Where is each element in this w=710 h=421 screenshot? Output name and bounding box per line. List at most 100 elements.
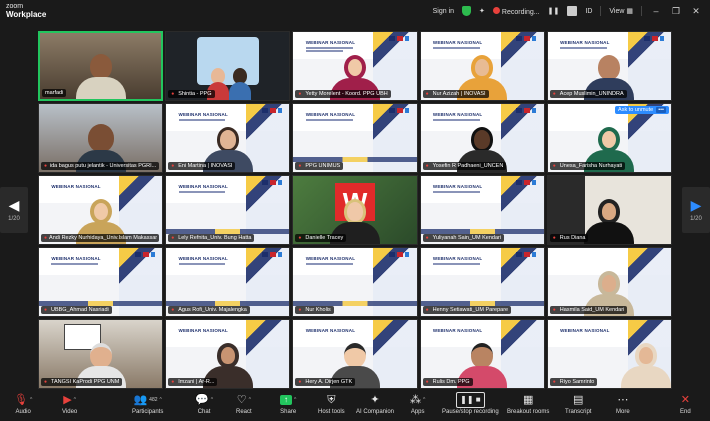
- participant-name: ● Yetty Morelent - Koord. PPG UBH: [295, 90, 391, 98]
- video-tile[interactable]: WEBINAR NASIONAL ● Nur Azizah | INOVASI: [419, 31, 545, 101]
- video-tile[interactable]: WEBINAR NASIONAL ● Eni Martina | INOVASI: [165, 103, 291, 173]
- stop-recording-icon[interactable]: [567, 6, 578, 16]
- breakout-rooms-button[interactable]: ▦ Breakout rooms: [507, 393, 549, 419]
- video-tile[interactable]: Ask to unmute ••• ● Unesa_Farisha Nurhayat…: [546, 103, 672, 173]
- recording-label: Recording...: [501, 8, 540, 16]
- video-tile[interactable]: WEBINAR NASIONAL ● Rulis Dm. PPG: [419, 319, 545, 389]
- share-button[interactable]: ↑ ^ Share: [280, 393, 296, 419]
- view-button[interactable]: View ▦: [609, 7, 633, 15]
- video-tile[interactable]: ● Shintia - PPG: [165, 31, 291, 101]
- name-label: Nur Kholis: [305, 307, 331, 313]
- end-meeting-button[interactable]: ✕ End: [680, 393, 691, 419]
- slide-subtitle-line: [305, 262, 353, 265]
- participant-name: ● Rus Diana: [549, 234, 589, 242]
- participant-name: ● Andi Rezky Nurhidaya_Univ.Islam Makassa…: [41, 234, 160, 242]
- mic-off-icon: ●: [44, 306, 48, 313]
- restore-icon[interactable]: ❐: [670, 6, 682, 17]
- participants-button[interactable]: 👥 482 ^ Participants: [132, 393, 163, 419]
- name-label: Rus Diana: [559, 235, 586, 241]
- name-label: Henny Setiawati_UM Parepare: [432, 307, 509, 313]
- minimize-icon[interactable]: –: [650, 6, 662, 16]
- shield-icon[interactable]: [462, 6, 472, 16]
- video-tile[interactable]: WEBINAR NASIONAL ● Imzani | Ar-R...: [165, 319, 291, 389]
- pause-recording-icon[interactable]: ❚❚: [548, 7, 560, 15]
- zoom-window: zoom Workplace Sign in ✦ Recording... ❚❚…: [0, 0, 710, 421]
- more-options-icon[interactable]: •••: [656, 107, 666, 113]
- next-page-button[interactable]: ▶ 1/20: [682, 187, 710, 233]
- name-label: Rulis Dm. PPG: [432, 379, 470, 385]
- video-tile[interactable]: WEBINAR NASIONAL ● Andi Rezky Nurhidaya_U…: [38, 175, 164, 245]
- host-tools-button[interactable]: ⛨ Host tools: [318, 393, 345, 419]
- video-tile[interactable]: WEBINAR NASIONAL ● Hery A. Dirjen GTK: [292, 319, 418, 389]
- video-tile[interactable]: ● ida bagus putu jelantik - Universitas P…: [38, 103, 164, 173]
- slide-title: WEBINAR NASIONAL: [51, 184, 101, 190]
- pause-recording-button[interactable]: ❚❚ ■ Pause/stop recording: [442, 392, 499, 419]
- chevron-up-icon[interactable]: ^: [30, 393, 32, 407]
- name-label: Agus Rofi_Univ. Majalengka: [178, 307, 247, 313]
- video-tile[interactable]: WEBINAR NASIONAL ● Agus Rofi_Univ. Majale…: [165, 247, 291, 317]
- sign-in-link[interactable]: Sign in: [433, 8, 454, 15]
- video-tile[interactable]: WEBINAR NASIONAL ● Acep Muslimin_UNINDRA: [546, 31, 672, 101]
- slide-title: WEBINAR NASIONAL: [178, 184, 228, 190]
- close-icon[interactable]: ✕: [690, 6, 702, 17]
- video-tile[interactable]: WEBINAR NASIONAL ● Riyo Samrinto: [546, 319, 672, 389]
- slide-subtitle-line: [560, 46, 607, 49]
- chevron-up-icon[interactable]: ^: [160, 393, 162, 407]
- react-button[interactable]: ♡ ^ React: [236, 393, 252, 419]
- ask-to-unmute-button[interactable]: Ask to unmute •••: [615, 106, 669, 114]
- host-tools-label: Host tools: [318, 409, 345, 415]
- apps-button[interactable]: ⁂ ^ Apps: [410, 393, 425, 419]
- video-tile[interactable]: W ●Danielle Tracey: [292, 175, 418, 245]
- ai-companion-button[interactable]: ✦ AI Companion: [356, 393, 394, 419]
- video-tile[interactable]: ● TANGSI KaProdi PPG UNM: [38, 319, 164, 389]
- name-label: marfadi: [45, 90, 64, 96]
- video-tile[interactable]: ● Rus Diana: [546, 175, 672, 245]
- chevron-up-icon[interactable]: ^: [249, 393, 251, 407]
- video-tile[interactable]: ● Hasmila Said_UM Kendari: [546, 247, 672, 317]
- sponsor-logos: [389, 108, 410, 114]
- pause-recording-label: Pause/stop recording: [442, 409, 499, 415]
- name-label: Riyo Samrinto: [559, 379, 595, 385]
- video-tile[interactable]: WEBINAR NASIONAL ● Yuliyanah Sain_UM Kend…: [419, 175, 545, 245]
- audio-button[interactable]: 🎙 ^ Audio: [14, 393, 32, 419]
- name-label: TANGSI KaProdi PPG UNM: [51, 379, 120, 385]
- slide-title: WEBINAR NASIONAL: [51, 256, 101, 262]
- name-label: Danielle Tracey: [305, 235, 344, 241]
- mic-off-icon: ●: [171, 90, 175, 97]
- name-label: Yuliyanah Sain_UM Kendari: [432, 235, 502, 241]
- participants-label: Participants: [132, 409, 164, 415]
- video-tile[interactable]: WEBINAR NASIONAL ● UBBG_Ahmad Nasriadi: [38, 247, 164, 317]
- chevron-up-icon[interactable]: ^: [294, 393, 296, 407]
- sparkle-icon[interactable]: ✦: [479, 7, 485, 15]
- video-tile[interactable]: WEBINAR NASIONAL ● PPG UNIMUS: [292, 103, 418, 173]
- video-tile[interactable]: WEBINAR NASIONAL ● Lely Refnita_Univ. Bun…: [165, 175, 291, 245]
- chat-button[interactable]: 💬 ^ Chat: [195, 393, 213, 419]
- transcript-button[interactable]: ▤ Transcript: [565, 393, 591, 419]
- video-tile[interactable]: WEBINAR NASIONAL ● Nur Kholis: [292, 247, 418, 317]
- slide-title: WEBINAR NASIONAL: [432, 256, 483, 262]
- sponsor-logos: [262, 108, 282, 114]
- view-label: View: [609, 8, 625, 15]
- sponsor-logos: [516, 180, 537, 186]
- mic-off-icon: ●: [552, 306, 556, 313]
- video-tile[interactable]: WEBINAR NASIONAL ● Yetty Morelent - Koord…: [292, 31, 418, 101]
- page-indicator-right: 1/20: [690, 216, 702, 222]
- slide-title: WEBINAR NASIONAL: [178, 112, 228, 118]
- chevron-up-icon[interactable]: ^: [74, 393, 76, 407]
- more-button[interactable]: ⋯ More: [616, 393, 630, 419]
- chevron-up-icon[interactable]: ^: [211, 393, 213, 407]
- chevron-up-icon[interactable]: ^: [423, 393, 425, 407]
- mic-off-icon: ●: [425, 234, 429, 241]
- video-tile[interactable]: WEBINAR NASIONAL ● Yosefin R Padhaeni_UNC…: [419, 103, 545, 173]
- video-tile[interactable]: marfadi: [38, 31, 164, 101]
- slide-title: WEBINAR NASIONAL: [432, 112, 483, 118]
- video-button[interactable]: ▶ ^ Video: [62, 393, 77, 419]
- slide-title: WEBINAR NASIONAL: [432, 328, 483, 334]
- previous-page-button[interactable]: ◀ 1/20: [0, 187, 28, 233]
- mic-off-icon: ●: [44, 234, 48, 241]
- recording-indicator: Recording...: [492, 6, 540, 16]
- meeting-id-label[interactable]: ID: [585, 8, 592, 15]
- video-tile[interactable]: WEBINAR NASIONAL ● Henny Setiawati_UM Par…: [419, 247, 545, 317]
- chat-label: Chat: [197, 409, 211, 415]
- ask-unmute-label: Ask to unmute: [618, 107, 654, 113]
